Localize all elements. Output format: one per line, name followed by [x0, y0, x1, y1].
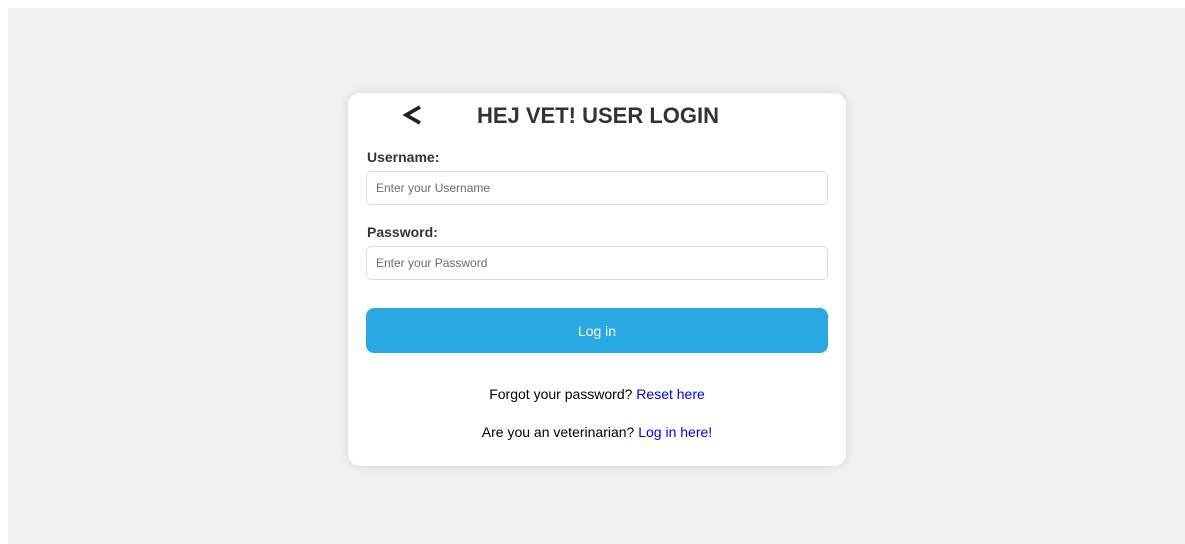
forgot-password-row: Forgot your password? Reset here [348, 386, 846, 402]
page-background: HEJ VET! USER LOGIN Username: Password: … [8, 8, 1185, 544]
username-input[interactable] [366, 171, 828, 205]
password-label: Password: [367, 224, 438, 240]
login-card: HEJ VET! USER LOGIN Username: Password: … [348, 93, 846, 466]
login-button[interactable]: Log in [366, 308, 828, 353]
vet-login-link[interactable]: Log in here! [638, 424, 712, 440]
username-label: Username: [367, 149, 440, 165]
forgot-password-text: Forgot your password? [489, 386, 633, 402]
vet-login-row: Are you an veterinarian? Log in here! [348, 424, 846, 440]
vet-login-text: Are you an veterinarian? [481, 424, 635, 440]
page-title: HEJ VET! USER LOGIN [476, 103, 720, 128]
reset-password-link[interactable]: Reset here [636, 386, 704, 402]
password-input[interactable] [366, 246, 828, 280]
